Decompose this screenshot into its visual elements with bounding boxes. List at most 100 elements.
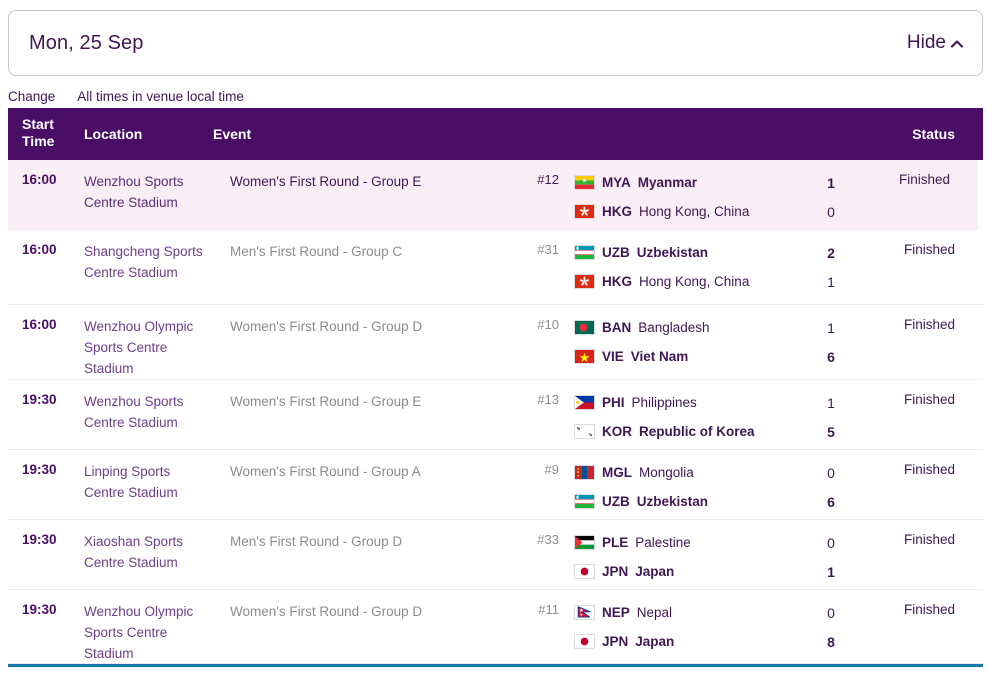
change-link[interactable]: Change [8,89,55,104]
teams-cell: PLE Palestine JPN Japan [574,528,804,586]
team-score: 2 [827,244,835,261]
team-entry: KOR Republic of Korea [574,417,804,446]
table-row[interactable]: 19:30 Wenzhou Sports Centre Stadium Women'… [8,380,983,450]
teams-cell: UZB Uzbekistan HKG Hong Kong, China [574,238,804,296]
table-row[interactable]: 16:00 Wenzhou Sports Centre Stadium Women'… [8,160,978,230]
team-code: JPN [602,634,629,649]
match-number-cell: #33 [537,532,559,547]
table-body: 16:00 Wenzhou Sports Centre Stadium Women'… [8,160,983,664]
team-name: Palestine [635,535,691,550]
event-cell: Women's First Round - Group E [230,174,422,189]
date-selector-bar[interactable]: Mon, 25 Sep Hide [8,10,983,76]
match-number-cell: #9 [544,462,559,477]
team-score: 1 [827,394,835,411]
nepal-flag-icon [574,605,595,620]
bottom-rule [8,664,983,667]
column-header-location: Location [84,126,143,142]
japan-flag-icon [574,634,595,649]
location-cell: Linping Sports Centre Stadium [84,464,178,500]
location-cell: Shangcheng Sports Centre Stadium [84,244,203,280]
team-score: 0 [827,464,835,481]
selected-date-label: Mon, 25 Sep [29,31,144,54]
team-name: Japan [635,564,675,579]
team-entry: NEP Nepal [574,598,804,627]
team-code: KOR [602,424,632,439]
team-entry: HKG Hong Kong, China [574,197,804,226]
korea-flag-icon [574,424,595,439]
scores-cell: 06 [808,458,854,516]
teams-cell: PHI Philippines KOR Republic of Korea [574,388,804,446]
row-content: 19:30 Wenzhou Olympic Sports Centre Stadi… [8,590,983,663]
team-score: 8 [827,633,835,650]
sub-links-row: Change All times in venue local time [8,86,983,106]
scores-cell: 01 [808,528,854,586]
team-name: Nepal [636,605,673,620]
row-content: 19:30 Linping Sports Centre Stadium Women'… [8,450,983,519]
table-row[interactable]: 16:00 Wenzhou Olympic Sports Centre Stadi… [8,305,983,380]
table-row[interactable]: 19:30 Wenzhou Olympic Sports Centre Stadi… [8,590,983,664]
scores-cell: 15 [808,388,854,446]
mongolia-flag-icon [574,465,595,480]
team-entry: HKG Hong Kong, China [574,267,804,296]
schedule-page: Mon, 25 Sep Hide Change All times in ven… [0,0,1000,676]
column-header-start-time: Start Time [22,116,55,149]
table-row[interactable]: 19:30 Linping Sports Centre Stadium Women'… [8,450,983,520]
team-name: Republic of Korea [639,424,755,439]
team-score: 0 [827,534,835,551]
location-cell: Wenzhou Sports Centre Stadium [84,174,184,210]
status-cell: Finished [903,602,955,617]
match-number-cell: #31 [537,242,559,257]
event-cell: Women's First Round - Group D [230,319,423,334]
table-row[interactable]: 19:30 Xiaoshan Sports Centre Stadium Men's… [8,520,983,590]
team-code: BAN [602,320,632,335]
team-name: Hong Kong, China [639,204,750,219]
team-name: Uzbekistan [636,245,709,260]
team-code: HKG [602,274,632,289]
match-number-cell: #10 [537,317,559,332]
teams-cell: MYA Myanmar HKG Hong Kong, China [574,168,804,226]
start-time-cell: 16:00 [22,317,57,332]
team-code: VIE [602,349,624,364]
team-code: MYA [602,175,631,190]
scores-cell: 10 [808,168,854,226]
team-entry: VIE Viet Nam [574,342,804,371]
event-cell: Women's First Round - Group D [230,604,423,619]
status-cell: Finished [903,462,955,477]
start-time-cell: 16:00 [22,172,57,187]
table-header-row: Start Time Location Event Status [8,108,983,160]
myanmar-flag-icon [574,175,595,190]
team-name: Mongolia [639,465,694,480]
team-name: Uzbekistan [636,494,709,509]
philippines-flag-icon [574,395,595,410]
teams-cell: NEP Nepal JPN Japan [574,598,804,656]
start-time-cell: 19:30 [22,602,57,617]
schedule-table: Start Time Location Event Status 16:00 We… [8,108,983,664]
team-code: UZB [602,494,630,509]
hide-toggle[interactable]: Hide [907,32,964,54]
row-content: 16:00 Shangcheng Sports Centre Stadium Men… [8,230,983,304]
uzbekistan-flag-icon [574,494,595,509]
team-score: 1 [827,563,835,580]
team-name: Philippines [631,395,697,410]
match-number-cell: #11 [538,602,559,617]
status-cell: Finished [903,392,955,407]
team-code: MGL [602,465,632,480]
team-score: 1 [827,319,835,336]
team-code: PLE [602,535,629,550]
scores-cell: 16 [808,313,854,371]
column-header-status: Status [912,126,955,142]
vietnam-flag-icon [574,349,595,364]
team-score: 5 [827,423,835,440]
status-cell: Finished [903,242,955,257]
table-row[interactable]: 16:00 Shangcheng Sports Centre Stadium Men… [8,230,983,305]
team-score: 0 [827,604,835,621]
team-entry: UZB Uzbekistan [574,487,804,516]
match-number-cell: #12 [537,172,559,187]
column-header-event: Event [213,126,252,142]
team-entry: PHI Philippines [574,388,804,417]
row-content: 16:00 Wenzhou Olympic Sports Centre Stadi… [8,305,983,379]
team-entry: MYA Myanmar [574,168,804,197]
row-content: 19:30 Wenzhou Sports Centre Stadium Women'… [8,380,983,449]
event-cell: Women's First Round - Group E [230,394,422,409]
team-score: 1 [827,174,835,191]
